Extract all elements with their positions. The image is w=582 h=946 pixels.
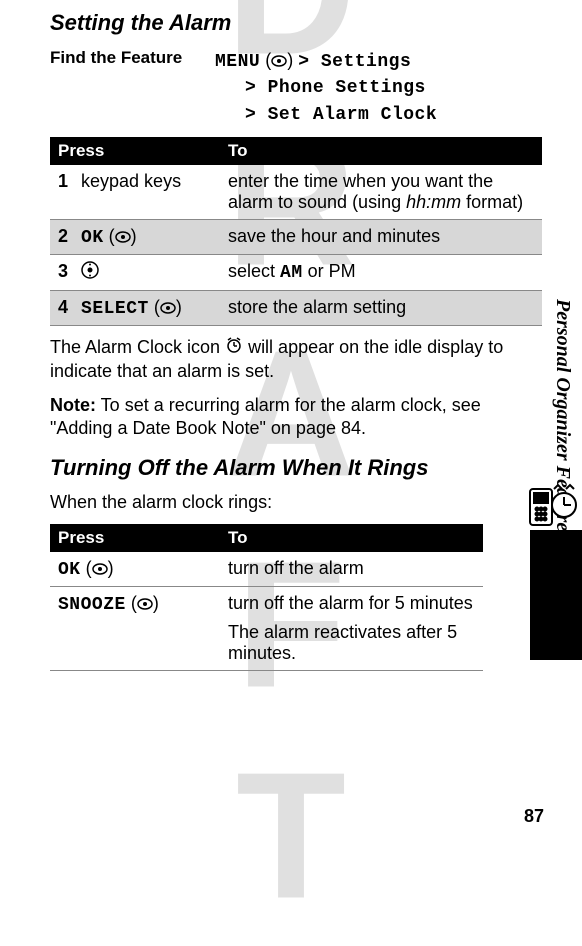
step-to-b: format) [461,192,523,212]
find-feature-block: Find the Feature MENU () > Settings > Ph… [50,48,542,127]
step-press-lcd: SELECT [81,299,149,319]
table-row: 2 OK () save the hour and minutes [50,219,542,254]
step-num: 4 [58,297,76,318]
step-num: 1 [58,171,76,192]
section-heading: Setting the Alarm [50,10,542,36]
note-text: To set a recurring alarm for the alarm c… [50,395,481,438]
softkey-dot-icon [92,559,108,580]
softkey-dot-icon [115,227,131,248]
steps-table-2: Press To OK () turn off the alarm SNOOZE… [50,524,483,671]
to-text: turn off the alarm [220,552,483,587]
step-to: save the hour and minutes [220,219,542,254]
step-num: 3 [58,261,76,282]
alarm-phone-icon [524,475,580,536]
col-press: Press [50,137,220,165]
menu-path-2: > Phone Settings [245,78,426,98]
softkey-dot-icon [160,298,176,319]
paragraph-alarm-icon: The Alarm Clock icon will appear on the … [50,336,542,384]
step-to: store the alarm setting [220,290,542,325]
step-to-a: select [228,261,280,281]
menu-button-paren-close: ) [287,50,298,70]
find-feature-label: Find the Feature [50,48,215,68]
side-black-tab [530,530,582,660]
table-row: OK () turn off the alarm [50,552,483,587]
paragraph-rings: When the alarm clock rings: [50,491,542,514]
subsection-heading: Turning Off the Alarm When It Rings [50,455,542,481]
table-row: 3 select AM or PM [50,254,542,290]
step-to-b: or PM [303,261,356,281]
press-lcd: OK [58,560,81,580]
nav-key-icon [81,261,99,284]
note-paragraph: Note: To set a recurring alarm for the a… [50,394,542,441]
alarm-clock-icon [225,336,243,360]
menu-word: MENU [215,52,260,72]
step-num: 2 [58,226,76,247]
table-row: 4 SELECT () store the alarm setting [50,290,542,325]
menu-path: MENU () > Settings > Phone Settings > Se… [215,48,437,127]
menu-path-3: > Set Alarm Clock [245,105,437,125]
step-to-italic: hh:mm [406,192,461,212]
menu-path-1: > Settings [298,52,411,72]
softkey-dot-icon [137,594,153,615]
to-text: turn off the alarm for 5 minutes [228,593,475,614]
softkey-dot-icon [271,49,287,73]
steps-table-1: Press To 1 keypad keys enter the time wh… [50,137,542,326]
press-lcd: SNOOZE [58,595,126,615]
col-to: To [220,137,542,165]
step-press: keypad keys [81,171,181,191]
col-to: To [220,524,483,552]
table-row: SNOOZE () turn off the alarm for 5 minut… [50,586,483,670]
table-row: 1 keypad keys enter the time when you wa… [50,165,542,220]
to-extra: The alarm reactivates after 5 minutes. [228,622,475,664]
note-label: Note: [50,395,96,415]
step-to-lcd: AM [280,263,303,283]
col-press: Press [50,524,220,552]
step-press-lcd: OK [81,228,104,248]
para1-a: The Alarm Clock icon [50,337,225,357]
